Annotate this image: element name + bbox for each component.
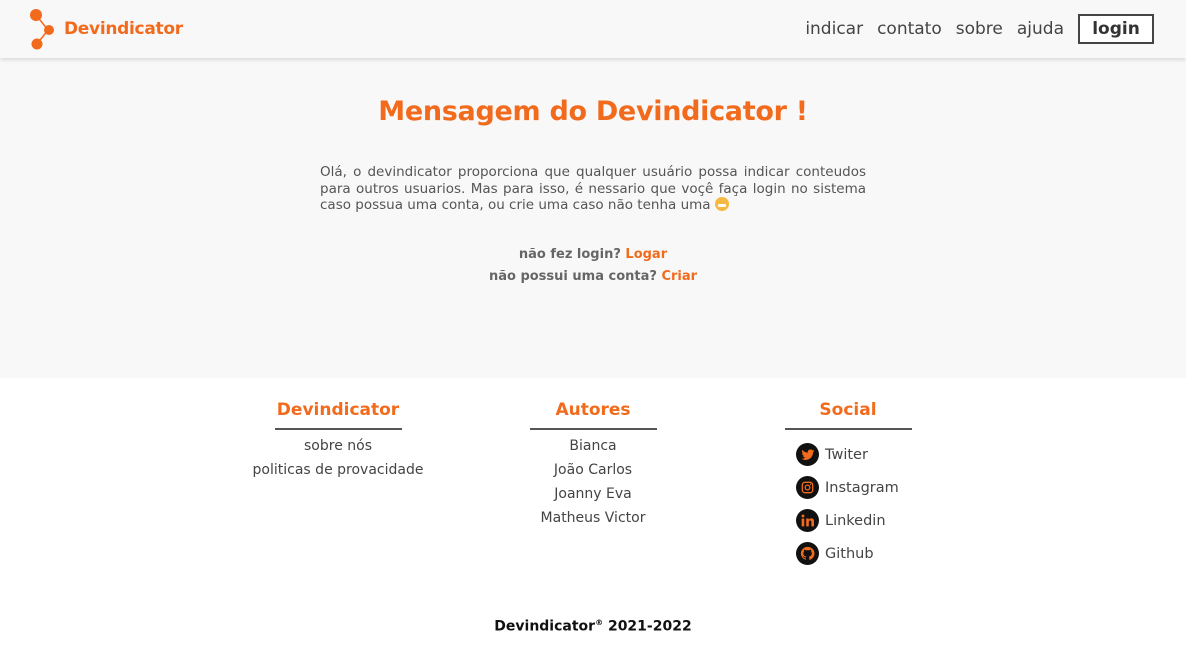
nav-sobre[interactable]: sobre xyxy=(956,19,1003,39)
linkedin-icon xyxy=(796,509,819,532)
author-item[interactable]: Matheus Victor xyxy=(493,510,693,534)
social-list: Twiter Instagram Linkedin Github xyxy=(748,438,948,570)
signup-prompt: não possui uma conta? Criar xyxy=(0,269,1186,284)
copyright: Devindicator® 2021-2022 xyxy=(0,618,1186,635)
copyright-name: Devindicator xyxy=(494,618,596,635)
footer-link-about[interactable]: sobre nós xyxy=(238,438,438,462)
instagram-icon xyxy=(796,476,819,499)
top-navbar: Devindicator indicar contato sobre ajuda… xyxy=(0,0,1186,58)
page-title: Mensagem do Devindicator ! xyxy=(378,96,808,127)
divider xyxy=(274,428,402,430)
footer-col-social: Social Twiter Instagram Linkedin Github xyxy=(748,398,948,570)
divider xyxy=(529,428,657,430)
footer-col-brand: Devindicator sobre nós politicas de prov… xyxy=(238,398,438,486)
github-icon xyxy=(796,542,819,565)
message-section: Mensagem do Devindicator ! Olá, o devind… xyxy=(0,58,1186,378)
brand-logo[interactable]: Devindicator xyxy=(28,8,198,50)
social-link-github[interactable]: Github xyxy=(796,537,948,570)
twitter-icon xyxy=(796,443,819,466)
registered-mark: ® xyxy=(595,618,604,627)
nav-contato[interactable]: contato xyxy=(877,19,942,39)
grinning-emoji-icon xyxy=(714,197,729,211)
login-prompt: não fez login? Logar xyxy=(0,247,1186,262)
footer-col-authors: Autores Bianca João Carlos Joanny Eva Ma… xyxy=(493,398,693,534)
footer-link-privacy[interactable]: politicas de provacidade xyxy=(238,462,438,486)
social-label: Instagram xyxy=(825,479,899,496)
social-link-twitter[interactable]: Twiter xyxy=(796,438,948,471)
author-item[interactable]: João Carlos xyxy=(493,462,693,486)
login-link[interactable]: Logar xyxy=(625,247,667,262)
login-button[interactable]: login xyxy=(1078,14,1154,44)
main-nav: indicar contato sobre ajuda login xyxy=(791,14,1154,44)
social-label: Twiter xyxy=(825,446,868,463)
login-prompt-text: não fez login? xyxy=(518,247,621,262)
social-link-linkedin[interactable]: Linkedin xyxy=(796,504,948,537)
social-label: Linkedin xyxy=(825,512,886,529)
nav-indicar[interactable]: indicar xyxy=(805,19,863,39)
social-label: Github xyxy=(825,545,874,562)
copyright-years: 2021-2022 xyxy=(607,618,692,635)
divider xyxy=(784,428,912,430)
brand-name: Devindicator xyxy=(64,19,183,39)
footer-col-title: Social xyxy=(819,400,877,420)
author-item[interactable]: Bianca xyxy=(493,438,693,462)
nav-ajuda[interactable]: ajuda xyxy=(1017,19,1064,39)
footer-col-title: Autores xyxy=(555,400,631,420)
social-link-instagram[interactable]: Instagram xyxy=(796,471,948,504)
author-item[interactable]: Joanny Eva xyxy=(493,486,693,510)
message-text: Olá, o devindicator proporciona que qual… xyxy=(320,164,866,213)
logo-icon xyxy=(30,9,54,50)
signup-prompt-text: não possui uma conta? xyxy=(488,269,657,284)
signup-link[interactable]: Criar xyxy=(661,269,697,284)
footer-col-title: Devindicator xyxy=(276,400,400,420)
message-body: Olá, o devindicator proporciona que qual… xyxy=(320,164,866,214)
